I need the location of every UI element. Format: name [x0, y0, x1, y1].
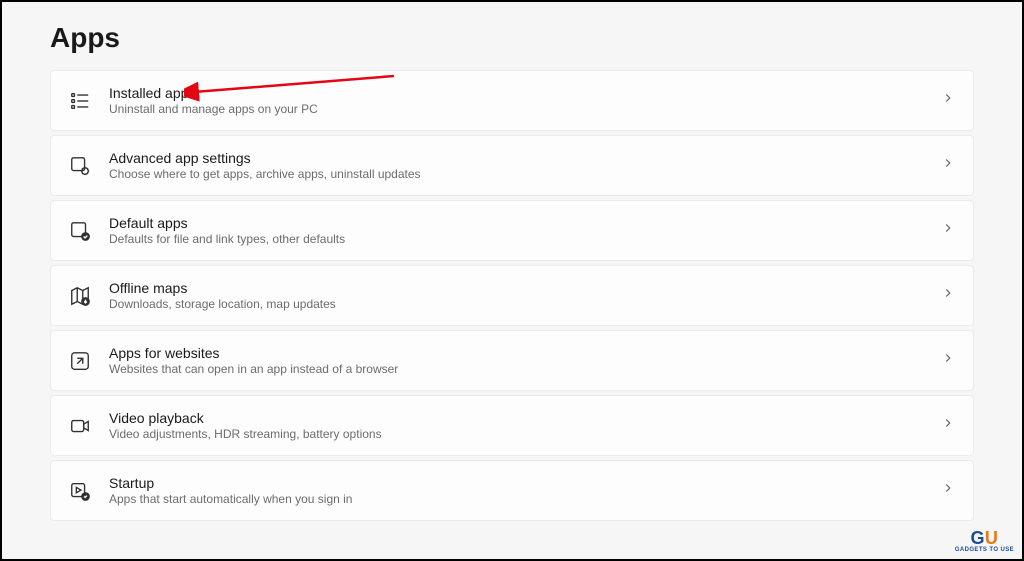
- chevron-right-icon: [941, 286, 955, 305]
- video-playback-card[interactable]: Video playback Video adjustments, HDR st…: [50, 395, 974, 456]
- advanced-settings-icon: [69, 155, 91, 177]
- card-title: Offline maps: [109, 280, 923, 296]
- card-title: Installed apps: [109, 85, 923, 101]
- settings-list: Installed apps Uninstall and manage apps…: [50, 70, 974, 521]
- chevron-right-icon: [941, 416, 955, 435]
- card-text: Installed apps Uninstall and manage apps…: [109, 85, 923, 116]
- installed-apps-card[interactable]: Installed apps Uninstall and manage apps…: [50, 70, 974, 131]
- offline-maps-icon: [69, 285, 91, 307]
- startup-card[interactable]: Startup Apps that start automatically wh…: [50, 460, 974, 521]
- card-text: Advanced app settings Choose where to ge…: [109, 150, 923, 181]
- advanced-app-settings-card[interactable]: Advanced app settings Choose where to ge…: [50, 135, 974, 196]
- chevron-right-icon: [941, 481, 955, 500]
- card-text: Default apps Defaults for file and link …: [109, 215, 923, 246]
- video-playback-icon: [69, 415, 91, 437]
- chevron-right-icon: [941, 156, 955, 175]
- card-text: Startup Apps that start automatically wh…: [109, 475, 923, 506]
- chevron-right-icon: [941, 221, 955, 240]
- card-description: Apps that start automatically when you s…: [109, 492, 923, 506]
- card-title: Apps for websites: [109, 345, 923, 361]
- page-title: Apps: [50, 22, 974, 54]
- card-description: Video adjustments, HDR streaming, batter…: [109, 427, 923, 441]
- default-apps-card[interactable]: Default apps Defaults for file and link …: [50, 200, 974, 261]
- card-title: Video playback: [109, 410, 923, 426]
- watermark-logo: GU GADGETS TO USE: [955, 529, 1014, 553]
- card-title: Advanced app settings: [109, 150, 923, 166]
- default-apps-icon: [69, 220, 91, 242]
- installed-apps-icon: [69, 90, 91, 112]
- apps-for-websites-icon: [69, 350, 91, 372]
- apps-for-websites-card[interactable]: Apps for websites Websites that can open…: [50, 330, 974, 391]
- card-text: Offline maps Downloads, storage location…: [109, 280, 923, 311]
- chevron-right-icon: [941, 91, 955, 110]
- card-description: Uninstall and manage apps on your PC: [109, 102, 923, 116]
- card-description: Websites that can open in an app instead…: [109, 362, 923, 376]
- card-title: Default apps: [109, 215, 923, 231]
- card-title: Startup: [109, 475, 923, 491]
- offline-maps-card[interactable]: Offline maps Downloads, storage location…: [50, 265, 974, 326]
- card-description: Downloads, storage location, map updates: [109, 297, 923, 311]
- card-description: Choose where to get apps, archive apps, …: [109, 167, 923, 181]
- card-text: Video playback Video adjustments, HDR st…: [109, 410, 923, 441]
- card-description: Defaults for file and link types, other …: [109, 232, 923, 246]
- startup-icon: [69, 480, 91, 502]
- card-text: Apps for websites Websites that can open…: [109, 345, 923, 376]
- chevron-right-icon: [941, 351, 955, 370]
